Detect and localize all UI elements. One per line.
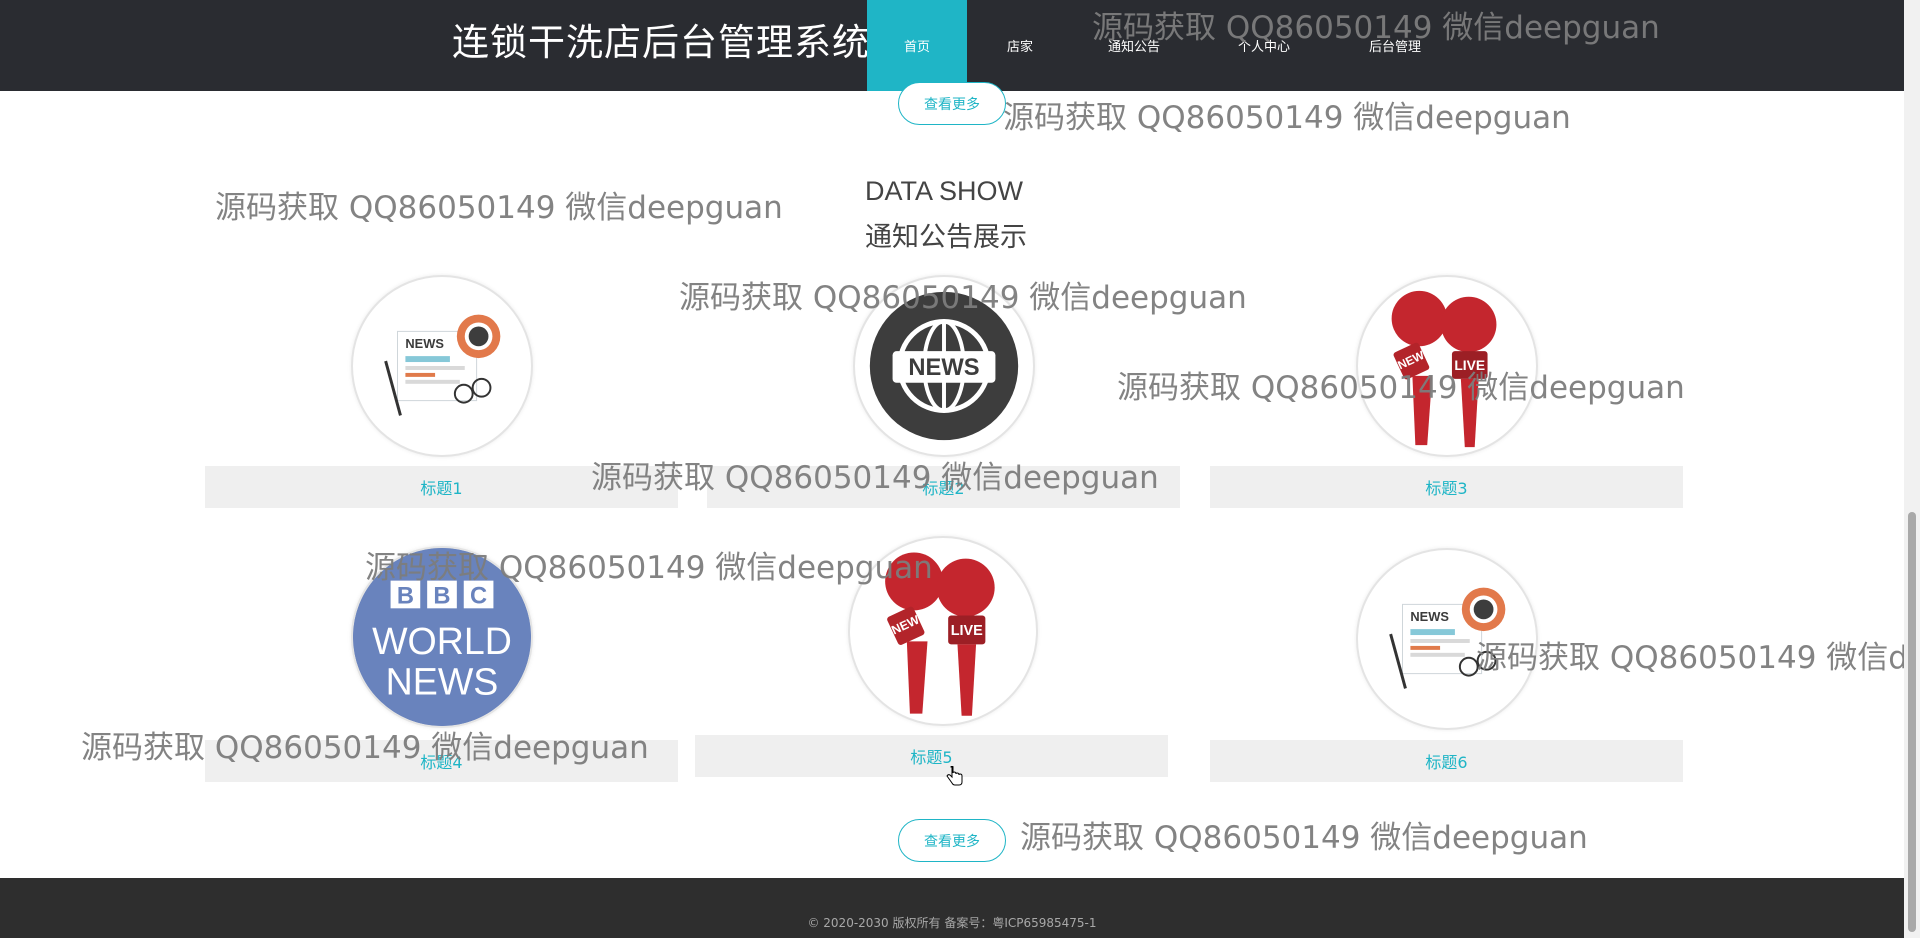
hand-cursor-icon: [946, 766, 963, 786]
footer-copyright: © 2020-2030 版权所有 备案号：粤ICP65985475-1: [807, 916, 1097, 930]
notice-card-title[interactable]: 标题5: [695, 735, 1168, 777]
page-scrollbar[interactable]: [1904, 0, 1920, 938]
watermark: 源码获取 QQ86050149 微信deepguan: [1476, 640, 1904, 676]
watermark: 源码获取 QQ86050149 微信deepguan: [1003, 100, 1571, 136]
bbc-letter-c: C: [470, 583, 487, 609]
notice-card-title[interactable]: 标题3: [1210, 466, 1683, 508]
section-title-en: DATA SHOW: [865, 176, 1024, 206]
watermark: 源码获取 QQ86050149 微信deepguan: [679, 280, 1247, 316]
view-more-button-top[interactable]: 查看更多: [898, 82, 1006, 125]
mic-badge-live-text: LIVE: [951, 623, 983, 639]
watermark: 源码获取 QQ86050149 微信deepguan: [81, 730, 649, 766]
site-title: 连锁干洗店后台管理系统: [452, 21, 870, 64]
bbc-world-text: WORLD: [372, 620, 512, 662]
bbc-letter-b2: B: [433, 583, 450, 609]
watermark: 源码获取 QQ86050149 微信deepguan: [591, 460, 1159, 496]
bbc-letter-b1: B: [397, 583, 414, 609]
globe-news-text: NEWS: [908, 355, 979, 381]
nav-item-home[interactable]: 首页: [867, 0, 967, 91]
scrollbar-thumb[interactable]: [1908, 512, 1916, 932]
watermark: 源码获取 QQ86050149 微信deepguan: [215, 190, 783, 226]
watermark: 源码获取 QQ86050149 微信deepguan: [1092, 10, 1660, 46]
notice-card-title[interactable]: 标题6: [1210, 740, 1683, 782]
watermark: 源码获取 QQ86050149 微信deepguan: [1117, 370, 1685, 406]
watermark: 源码获取 QQ86050149 微信deepguan: [365, 550, 933, 586]
view-more-button-bottom[interactable]: 查看更多: [898, 819, 1006, 862]
section-title-cn: 通知公告展示: [865, 222, 1027, 253]
paper-news-text: NEWS: [405, 336, 444, 351]
watermark: 源码获取 QQ86050149 微信deepguan: [1020, 820, 1588, 856]
bbc-news-text: NEWS: [386, 660, 499, 702]
paper-news-text: NEWS: [1410, 609, 1449, 624]
nav-item-shops[interactable]: 店家: [970, 0, 1070, 91]
footer: © 2020-2030 版权所有 备案号：粤ICP65985475-1: [0, 878, 1904, 938]
newspaper-icon[interactable]: NEWS: [351, 275, 533, 457]
